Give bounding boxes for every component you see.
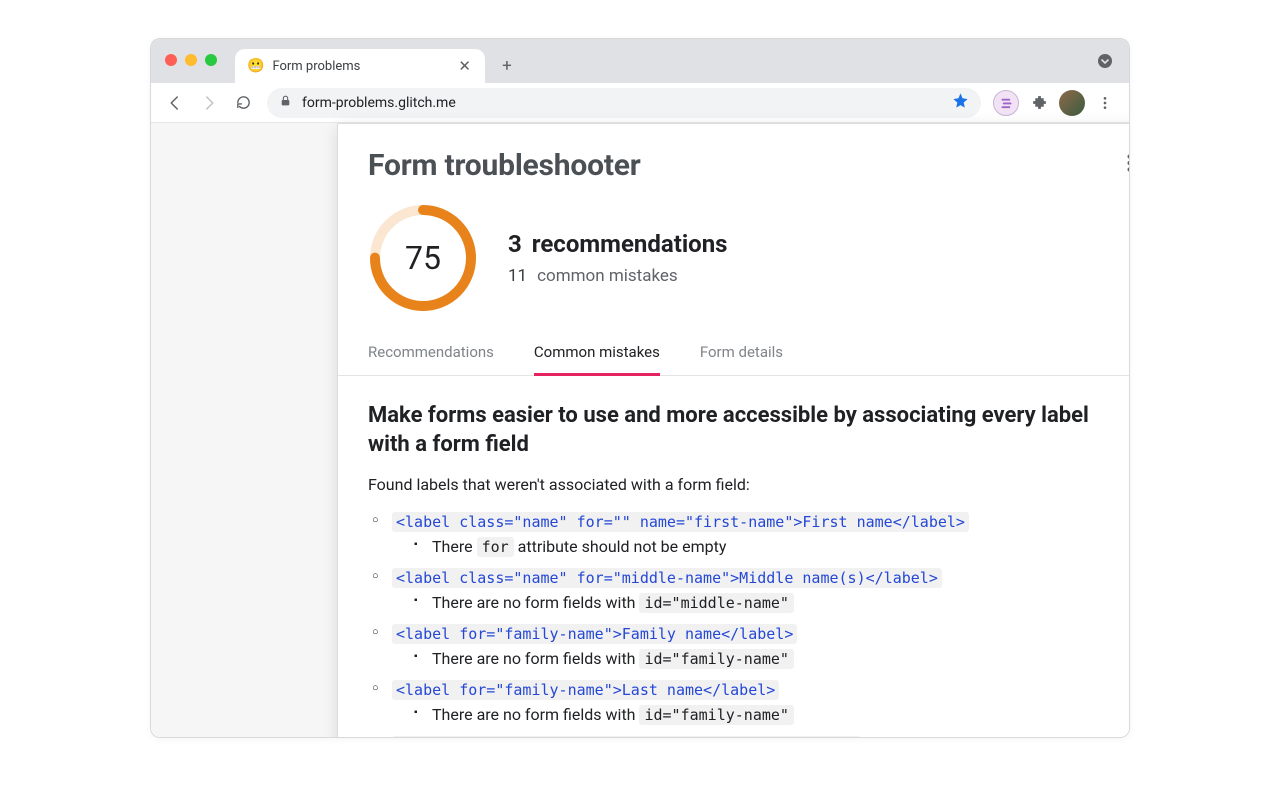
profile-avatar[interactable]	[1059, 90, 1085, 116]
finding-note: There are no form fields with id="family…	[432, 705, 1130, 724]
finding-note-code: id="family-name"	[639, 649, 794, 669]
finding-item: <label for="address-line2">Delivery addr…	[392, 736, 1130, 738]
extension-badge-icon[interactable]	[993, 90, 1019, 116]
popup-menu-icon[interactable]	[1123, 154, 1130, 177]
mistake-label: common mistakes	[537, 266, 678, 286]
finding-item: <label class="name" for="" name="first-n…	[392, 512, 1130, 556]
forward-button[interactable]	[195, 89, 223, 117]
finding-code: <label class="name" for="middle-name">Mi…	[392, 568, 942, 588]
close-tab-icon[interactable]: ✕	[456, 57, 473, 75]
finding-note-post: attribute should not be empty	[514, 537, 727, 556]
extension-popup: Form troubleshooter 75 3 recommendations …	[337, 123, 1130, 738]
bookmark-star-icon[interactable]	[952, 92, 969, 113]
extensions-icon[interactable]	[1025, 89, 1053, 117]
popup-body: Make forms easier to use and more access…	[338, 376, 1130, 738]
popup-title: Form troubleshooter	[368, 148, 641, 183]
finding-code: <label for="family-name">Last name</labe…	[392, 680, 779, 700]
finding-item: <label for="family-name">Family name</la…	[392, 624, 1130, 668]
tab-title: Form problems	[272, 59, 456, 74]
address-bar[interactable]: form-problems.glitch.me	[267, 88, 981, 118]
popup-tab[interactable]: Recommendations	[368, 337, 494, 376]
finding-item: <label class="name" for="middle-name">Mi…	[392, 568, 1130, 612]
lock-icon	[279, 94, 292, 111]
finding-note-pre: There are no form fields with	[432, 705, 639, 724]
tab-strip: 😬 Form problems ✕ +	[151, 39, 1129, 83]
toolbar-right	[993, 89, 1119, 117]
popup-tabs: Recommendations Common mistakes Form detai…	[338, 337, 1130, 376]
section-title: Make forms easier to use and more access…	[368, 402, 1130, 459]
finding-note-pre: There are no form fields with	[432, 649, 639, 668]
popup-header: Form troubleshooter	[338, 124, 1130, 187]
finding-note-code: id="middle-name"	[639, 593, 794, 613]
close-window-button[interactable]	[165, 54, 177, 66]
finding-note-pre: There	[432, 537, 477, 556]
finding-code: <label for="address-line2">Delivery addr…	[392, 736, 861, 738]
finding-note: There are no form fields with id="middle…	[432, 593, 1130, 612]
section-intro: Found labels that weren't associated wit…	[368, 475, 1130, 494]
window-controls	[165, 54, 217, 66]
recommendation-count: 3	[508, 230, 522, 258]
finding-item: <label for="family-name">Last name</labe…	[392, 680, 1130, 724]
finding-note: There are no form fields with id="family…	[432, 649, 1130, 668]
browser-toolbar: form-problems.glitch.me	[151, 83, 1129, 123]
popup-tab[interactable]: Form details	[700, 337, 783, 376]
mistake-count: 11	[508, 266, 527, 286]
summary-text: 3 recommendations 11 common mistakes	[508, 230, 728, 286]
finding-note: There for attribute should not be empty	[432, 537, 1130, 556]
findings-list: <label class="name" for="" name="first-n…	[368, 512, 1130, 738]
fullscreen-window-button[interactable]	[205, 54, 217, 66]
finding-code: <label for="family-name">Family name</la…	[392, 624, 797, 644]
back-button[interactable]	[161, 89, 189, 117]
browser-tab[interactable]: 😬 Form problems ✕	[235, 49, 485, 83]
score-value: 75	[368, 203, 478, 313]
recommendation-label: recommendations	[532, 230, 728, 258]
finding-note-pre: There are no form fields with	[432, 593, 639, 612]
score-gauge: 75	[368, 203, 478, 313]
tabs-dropdown-icon[interactable]	[1097, 53, 1113, 69]
finding-code: <label class="name" for="" name="first-n…	[392, 512, 969, 532]
finding-note-code: for	[477, 537, 514, 557]
reload-button[interactable]	[229, 89, 257, 117]
new-tab-button[interactable]: +	[493, 52, 521, 80]
minimize-window-button[interactable]	[185, 54, 197, 66]
browser-menu-icon[interactable]	[1091, 89, 1119, 117]
summary-row: 75 3 recommendations 11 common mistakes	[338, 187, 1130, 337]
finding-note-code: id="family-name"	[639, 705, 794, 725]
browser-window: 😬 Form problems ✕ + form-problems.glitch…	[150, 38, 1130, 738]
tab-favicon: 😬	[247, 58, 264, 74]
url-text: form-problems.glitch.me	[302, 95, 942, 111]
popup-tab[interactable]: Common mistakes	[534, 337, 660, 376]
